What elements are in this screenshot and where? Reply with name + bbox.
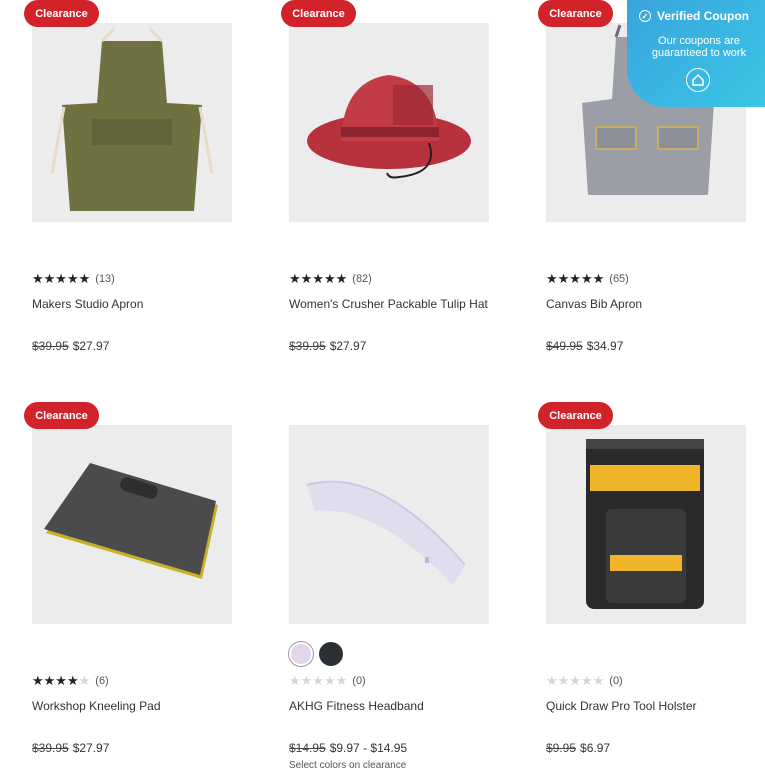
star-rating-icon: ★★★★★★★★★★ bbox=[289, 673, 348, 688]
product-title[interactable]: Quick Draw Pro Tool Holster bbox=[546, 699, 697, 713]
kneeling-pad-image bbox=[32, 425, 232, 624]
check-circle-icon: ✓ bbox=[639, 10, 651, 22]
product-image[interactable] bbox=[289, 425, 489, 624]
review-count: (6) bbox=[95, 674, 109, 687]
tool-holster-image bbox=[546, 425, 746, 624]
rating: ★★★★★ ★★★★★ (82) bbox=[289, 272, 372, 285]
product-card[interactable]: Clearance ★★★★★★★★★★ (6) Workshop Kneeli… bbox=[24, 402, 254, 782]
product-image[interactable] bbox=[289, 23, 489, 222]
home-shield-icon[interactable] bbox=[686, 68, 710, 92]
product-image[interactable] bbox=[32, 23, 232, 222]
clearance-badge: Clearance bbox=[24, 402, 99, 429]
product-title[interactable]: Workshop Kneeling Pad bbox=[32, 699, 161, 713]
review-count: (82) bbox=[352, 272, 372, 285]
product-card[interactable]: Clearance ★★★★★★★★★★ (0) Quick Draw Pro … bbox=[538, 402, 765, 782]
headband-image bbox=[289, 425, 489, 624]
coupon-subtitle: Our coupons are guaranteed to work bbox=[651, 35, 747, 59]
product-price: $14.95 $9.97 - $14.95 bbox=[289, 741, 407, 755]
review-count: (13) bbox=[95, 272, 115, 285]
product-grid: Clearance ★★★★★ ★★★★★ (13) Makers Studio … bbox=[0, 0, 765, 784]
swatch-black[interactable] bbox=[319, 642, 343, 666]
verified-coupon-widget[interactable]: ✓ Verified Coupon Our coupons are guaran… bbox=[627, 0, 765, 107]
coupon-title: Verified Coupon bbox=[657, 9, 750, 23]
rating: ★★★★★★★★★★ (6) bbox=[32, 674, 109, 687]
original-price: $49.95 bbox=[546, 339, 583, 353]
original-price: $39.95 bbox=[32, 339, 69, 353]
clearance-badge: Clearance bbox=[24, 0, 99, 27]
product-image[interactable] bbox=[546, 425, 746, 624]
product-price: $39.95 $27.97 bbox=[32, 339, 109, 353]
product-card[interactable]: Clearance ★★★★★ ★★★★★ (13) Makers Studio … bbox=[24, 0, 254, 380]
product-title[interactable]: Makers Studio Apron bbox=[32, 297, 143, 311]
product-card[interactable]: Clearance ★★★★★ ★★★★★ (82) Women's Crushe… bbox=[281, 0, 511, 380]
clearance-badge: Clearance bbox=[281, 0, 356, 27]
sale-price: $34.97 bbox=[586, 339, 624, 353]
review-count: (65) bbox=[609, 272, 629, 285]
product-price: $39.95 $27.97 bbox=[32, 741, 109, 755]
product-card[interactable]: ★★★★★★★★★★ (0) AKHG Fitness Headband $14… bbox=[281, 402, 511, 782]
original-price: $39.95 bbox=[289, 339, 326, 353]
product-title[interactable]: AKHG Fitness Headband bbox=[289, 699, 424, 713]
rating: ★★★★★★★★★★ (0) bbox=[289, 674, 366, 687]
swatch-lavender[interactable] bbox=[289, 642, 313, 666]
clearance-badge: Clearance bbox=[538, 402, 613, 429]
original-price: $14.95 bbox=[289, 741, 326, 755]
star-rating-icon: ★★★★★★★★★★ bbox=[32, 271, 91, 286]
sale-price: $27.97 bbox=[72, 339, 110, 353]
sale-price: $27.97 bbox=[72, 741, 110, 755]
product-price: $49.95 $34.97 bbox=[546, 339, 623, 353]
original-price: $9.95 bbox=[546, 741, 577, 755]
hat-image bbox=[289, 23, 489, 222]
star-rating-icon: ★★★★★★★★★★ bbox=[546, 673, 605, 688]
star-rating-icon: ★★★★★★★★★★ bbox=[289, 271, 348, 286]
product-image[interactable] bbox=[32, 425, 232, 624]
review-count: (0) bbox=[352, 674, 366, 687]
original-price: $39.95 bbox=[32, 741, 69, 755]
rating: ★★★★★ ★★★★★ (65) bbox=[546, 272, 629, 285]
color-swatches bbox=[289, 642, 343, 666]
clearance-note: Select colors on clearance bbox=[289, 760, 407, 771]
rating: ★★★★★★★★★★ (0) bbox=[546, 674, 623, 687]
star-rating-icon: ★★★★★★★★★★ bbox=[546, 271, 605, 286]
review-count: (0) bbox=[609, 674, 623, 687]
apron-image bbox=[32, 23, 232, 222]
product-price: $39.95 $27.97 bbox=[289, 339, 366, 353]
star-rating-icon: ★★★★★★★★★★ bbox=[32, 673, 91, 688]
clearance-badge: Clearance bbox=[538, 0, 613, 27]
product-title[interactable]: Canvas Bib Apron bbox=[546, 297, 642, 311]
rating: ★★★★★ ★★★★★ (13) bbox=[32, 272, 115, 285]
sale-price: $9.97 - $14.95 bbox=[329, 741, 408, 755]
product-title[interactable]: Women's Crusher Packable Tulip Hat bbox=[289, 297, 488, 311]
sale-price: $6.97 bbox=[580, 741, 611, 755]
coupon-header: ✓ Verified Coupon bbox=[639, 9, 749, 23]
product-price: $9.95 $6.97 bbox=[546, 741, 610, 755]
sale-price: $27.97 bbox=[329, 339, 367, 353]
